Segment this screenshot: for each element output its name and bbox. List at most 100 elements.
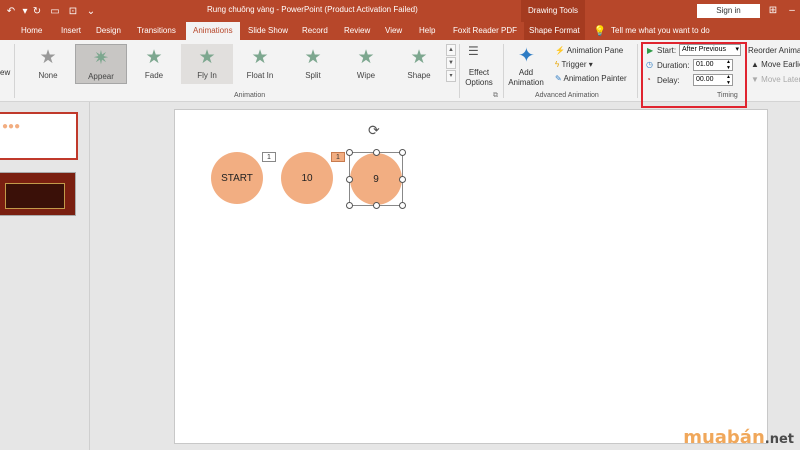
star-icon: ★	[410, 47, 428, 68]
tab-transitions[interactable]: Transitions	[137, 26, 176, 35]
animation-fly-in[interactable]: ★ Fly In	[181, 44, 233, 84]
slide-thumbnail-panel: ●●●	[0, 102, 90, 450]
gallery-scroll-up-icon[interactable]: ▲	[446, 44, 456, 56]
timing-highlight-box	[641, 42, 747, 108]
animation-pane-button[interactable]: ⚡ Animation Pane	[555, 46, 623, 55]
animation-shape[interactable]: ★ Shape	[393, 44, 445, 84]
number-circle[interactable]: 10	[281, 152, 333, 204]
circle-label: 10	[301, 172, 313, 184]
tab-help[interactable]: Help	[419, 26, 435, 35]
rotate-handle-icon[interactable]: ⟳	[368, 122, 380, 139]
ribbon-display-icon[interactable]: ⊞	[765, 3, 781, 19]
resize-handle[interactable]	[346, 202, 353, 209]
gallery-more-icon[interactable]: ▾	[446, 70, 456, 82]
arrow-up-icon: ▲	[751, 60, 759, 69]
tab-shape-format[interactable]: Shape Format	[524, 22, 585, 40]
divider	[459, 44, 460, 98]
resize-handle[interactable]	[399, 176, 406, 183]
preview-button-label[interactable]: ew	[0, 68, 10, 77]
paintbrush-icon: ✎	[555, 74, 562, 83]
thumbnail-circles: ●●●	[2, 121, 21, 132]
watermark-tld: .net	[764, 432, 794, 447]
divider	[503, 44, 504, 98]
touch-mode-icon[interactable]: ⊡	[66, 4, 80, 18]
more-commands-icon[interactable]: ⌄	[84, 4, 98, 18]
animation-label: Fly In	[197, 71, 217, 80]
divider	[637, 44, 638, 98]
slide-canvas[interactable]: START 10 1 9 1 ⟳	[174, 109, 768, 444]
watermark-logo: muabán.net	[683, 427, 794, 448]
trigger-label: Trigger	[561, 60, 587, 69]
move-later-label: Move Later	[761, 75, 800, 84]
drawing-tools-label: Drawing Tools	[521, 0, 585, 22]
gallery-scroll-down-icon[interactable]: ▼	[446, 57, 456, 69]
move-later-button[interactable]: ▼ Move Later	[751, 75, 800, 84]
resize-handle[interactable]	[399, 202, 406, 209]
animation-pane-label: Animation Pane	[566, 46, 624, 55]
circle-label: 9	[373, 173, 379, 185]
divider	[14, 44, 15, 98]
trigger-button[interactable]: ϟ Trigger ▾	[555, 60, 593, 69]
effect-options-button[interactable]: Effect Options	[463, 68, 495, 88]
animation-label: Split	[305, 71, 321, 80]
add-animation-icon: ✦	[518, 45, 535, 67]
star-icon: ★	[198, 47, 216, 68]
animation-float-in[interactable]: ★ Float In	[234, 44, 286, 84]
add-animation-button[interactable]: Add Animation	[506, 68, 546, 88]
animation-appear[interactable]: ✷ Appear	[75, 44, 127, 84]
resize-handle[interactable]	[399, 149, 406, 156]
dialog-launcher-icon[interactable]: ⧉	[493, 92, 498, 100]
tab-home[interactable]: Home	[21, 26, 42, 35]
undo-icon[interactable]: ↶	[4, 4, 18, 18]
start-circle[interactable]: START	[211, 152, 263, 204]
animation-label: Appear	[88, 72, 114, 81]
tab-insert[interactable]: Insert	[61, 26, 81, 35]
title-bar: ↶ ▾ ↻ ▭ ⊡ ⌄ Rung chuông vàng - PowerPoin…	[0, 0, 800, 22]
move-earlier-button[interactable]: ▲ Move Earlie	[751, 60, 800, 69]
watermark-main: muabán	[683, 427, 765, 448]
tab-review[interactable]: Review	[344, 26, 370, 35]
selected-number-circle[interactable]: 9	[350, 153, 402, 205]
resize-handle[interactable]	[346, 176, 353, 183]
tab-view[interactable]: View	[385, 26, 402, 35]
tell-me-search[interactable]: Tell me what you want to do	[611, 26, 710, 35]
star-icon: ★	[39, 47, 57, 68]
lightning-icon: ϟ	[555, 60, 560, 69]
resize-handle[interactable]	[373, 149, 380, 156]
animation-painter-button[interactable]: ✎ Animation Painter	[555, 74, 627, 83]
resize-handle[interactable]	[346, 149, 353, 156]
advanced-animation-group-label: Advanced Animation	[535, 92, 599, 99]
animation-label: Shape	[407, 71, 431, 80]
tab-slide-show[interactable]: Slide Show	[248, 26, 288, 35]
tab-design[interactable]: Design	[96, 26, 121, 35]
slide-thumbnail-2[interactable]	[0, 172, 76, 216]
circle-label: START	[221, 172, 253, 184]
animation-painter-label: Animation Painter	[563, 74, 627, 83]
window-title: Rung chuông vàng - PowerPoint (Product A…	[207, 5, 418, 14]
animation-fade[interactable]: ★ Fade	[128, 44, 180, 84]
animation-order-badge[interactable]: 1	[331, 152, 345, 162]
animation-none[interactable]: ★ None	[22, 44, 74, 84]
star-icon: ★	[357, 47, 375, 68]
tab-foxit-reader-pdf[interactable]: Foxit Reader PDF	[453, 26, 517, 35]
ribbon-tabs: Home Insert Design Transitions Animation…	[0, 22, 800, 40]
star-icon: ★	[251, 47, 269, 68]
animation-split[interactable]: ★ Split	[287, 44, 339, 84]
tab-animations[interactable]: Animations	[186, 22, 240, 40]
resize-handle[interactable]	[373, 202, 380, 209]
reorder-animation-label: Reorder Animat	[748, 46, 800, 55]
arrow-down-icon: ▼	[751, 75, 759, 84]
tab-record[interactable]: Record	[302, 26, 328, 35]
move-earlier-label: Move Earlie	[761, 60, 800, 69]
animation-wipe[interactable]: ★ Wipe	[340, 44, 392, 84]
animation-order-badge[interactable]: 1	[262, 152, 276, 162]
from-beginning-icon[interactable]: ▭	[48, 4, 62, 18]
animation-label: Fade	[144, 71, 164, 80]
lightbulb-icon: 💡	[593, 25, 607, 37]
minimize-icon[interactable]: –	[784, 3, 800, 19]
redo-icon[interactable]: ↻	[30, 4, 44, 18]
effect-options-icon[interactable]: ☰	[468, 44, 479, 58]
star-icon: ★	[145, 47, 163, 68]
sign-in-button[interactable]: Sign in	[697, 4, 760, 18]
slide-thumbnail-1[interactable]: ●●●	[0, 112, 78, 160]
